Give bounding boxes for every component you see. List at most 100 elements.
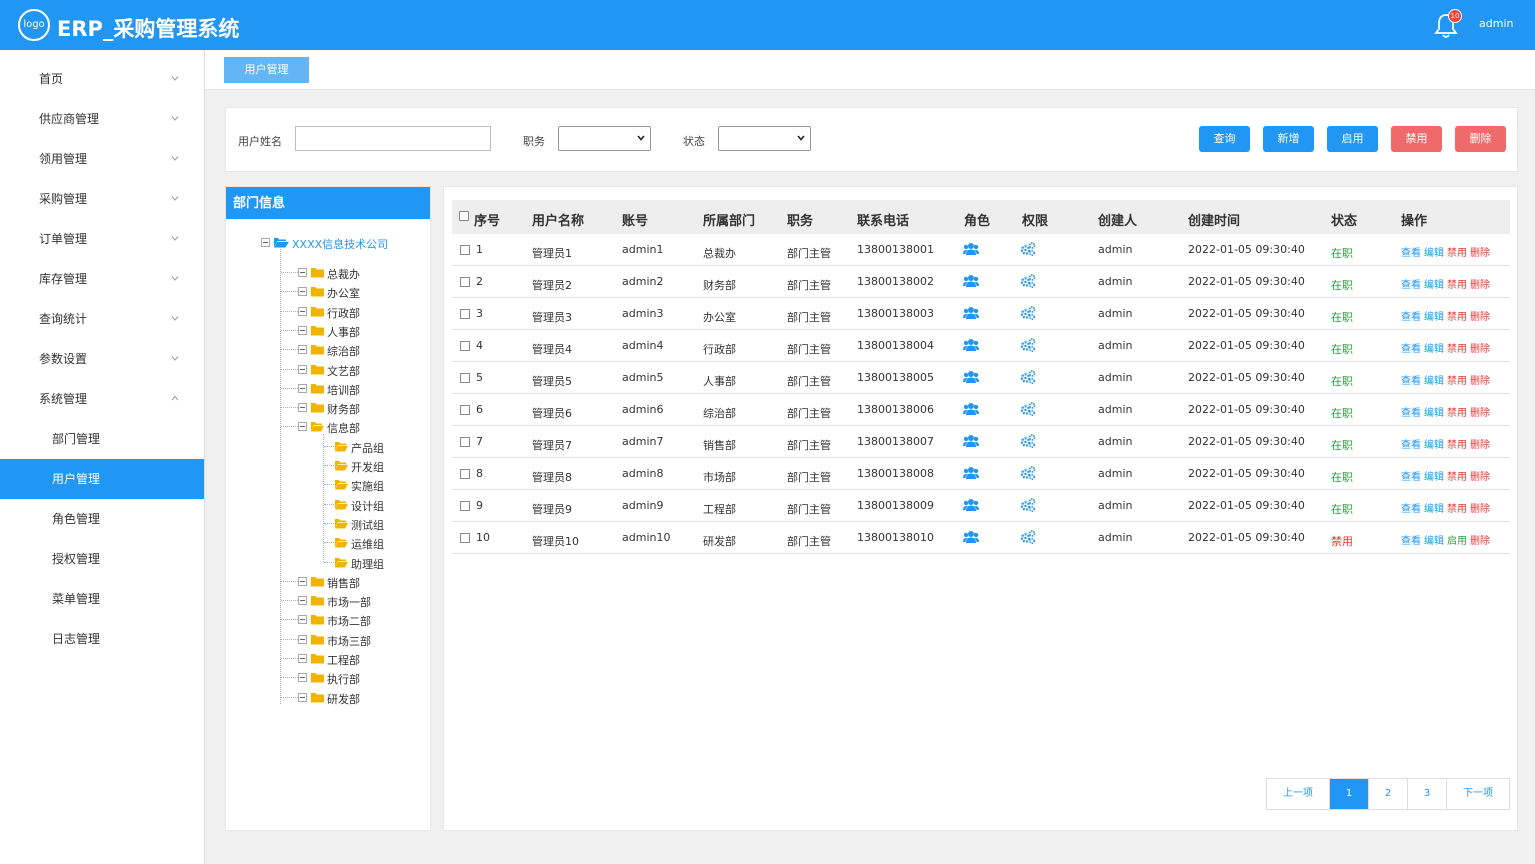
- tree-toggle-icon[interactable]: [298, 693, 307, 702]
- users-icon[interactable]: [963, 498, 979, 512]
- tree-toggle-icon[interactable]: [298, 422, 307, 431]
- tree-toggle-icon[interactable]: [298, 403, 307, 412]
- sidebar-item-6[interactable]: 查询统计: [0, 299, 204, 339]
- users-icon[interactable]: [963, 370, 979, 384]
- sidebar-subitem-5[interactable]: 日志管理: [0, 619, 204, 659]
- row-checkbox[interactable]: [460, 405, 470, 415]
- row-checkbox[interactable]: [460, 373, 470, 383]
- sidebar-item-7[interactable]: 参数设置: [0, 339, 204, 379]
- view-link[interactable]: 查看: [1401, 344, 1421, 355]
- sidebar-subitem-0[interactable]: 部门管理: [0, 419, 204, 459]
- row-checkbox[interactable]: [460, 469, 470, 479]
- tree-toggle-icon[interactable]: [298, 577, 307, 586]
- users-icon[interactable]: [963, 530, 979, 544]
- tree-toggle-icon[interactable]: [261, 238, 270, 247]
- users-icon[interactable]: [963, 306, 979, 320]
- disable-link[interactable]: 禁用: [1447, 472, 1467, 483]
- tree-toggle-icon[interactable]: [298, 326, 307, 335]
- gears-icon[interactable]: [1020, 498, 1036, 512]
- users-icon[interactable]: [963, 434, 979, 448]
- sidebar-item-4[interactable]: 订单管理: [0, 219, 204, 259]
- sidebar-item-5[interactable]: 库存管理: [0, 259, 204, 299]
- users-icon[interactable]: [963, 402, 979, 416]
- row-checkbox[interactable]: [460, 437, 470, 447]
- user-menu[interactable]: admin: [1479, 17, 1513, 30]
- edit-link[interactable]: 编辑: [1424, 312, 1444, 323]
- query-button[interactable]: 查询: [1199, 126, 1250, 152]
- view-link[interactable]: 查看: [1401, 248, 1421, 259]
- sidebar-item-1[interactable]: 供应商管理: [0, 99, 204, 139]
- edit-link[interactable]: 编辑: [1424, 504, 1444, 515]
- disable-link[interactable]: 禁用: [1447, 504, 1467, 515]
- sidebar-item-0[interactable]: 首页: [0, 59, 204, 99]
- disable-link[interactable]: 禁用: [1447, 312, 1467, 323]
- sidebar-item-8[interactable]: 系统管理: [0, 379, 204, 419]
- delete-link[interactable]: 删除: [1470, 408, 1490, 419]
- users-icon[interactable]: [963, 466, 979, 480]
- sidebar-subitem-4[interactable]: 菜单管理: [0, 579, 204, 619]
- delete-link[interactable]: 删除: [1470, 376, 1490, 387]
- edit-link[interactable]: 编辑: [1424, 344, 1444, 355]
- tab-user-management[interactable]: 用户管理: [224, 57, 309, 83]
- enable-link[interactable]: 启用: [1447, 536, 1467, 547]
- gears-icon[interactable]: [1020, 306, 1036, 320]
- sidebar-subitem-3[interactable]: 授权管理: [0, 539, 204, 579]
- username-input[interactable]: [295, 126, 491, 151]
- gears-icon[interactable]: [1020, 402, 1036, 416]
- sidebar-subitem-2[interactable]: 角色管理: [0, 499, 204, 539]
- view-link[interactable]: 查看: [1401, 376, 1421, 387]
- view-link[interactable]: 查看: [1401, 312, 1421, 323]
- delete-link[interactable]: 删除: [1470, 344, 1490, 355]
- delete-link[interactable]: 删除: [1470, 472, 1490, 483]
- tree-toggle-icon[interactable]: [298, 596, 307, 605]
- row-checkbox[interactable]: [460, 277, 470, 287]
- sidebar-subitem-1[interactable]: 用户管理: [0, 459, 204, 499]
- disable-link[interactable]: 禁用: [1447, 376, 1467, 387]
- disable-link[interactable]: 禁用: [1447, 280, 1467, 291]
- view-link[interactable]: 查看: [1401, 472, 1421, 483]
- disable-link[interactable]: 禁用: [1447, 248, 1467, 259]
- edit-link[interactable]: 编辑: [1424, 408, 1444, 419]
- edit-link[interactable]: 编辑: [1424, 440, 1444, 451]
- edit-link[interactable]: 编辑: [1424, 472, 1444, 483]
- gears-icon[interactable]: [1020, 370, 1036, 384]
- users-icon[interactable]: [963, 242, 979, 256]
- page-button[interactable]: 3: [1408, 779, 1447, 809]
- row-checkbox[interactable]: [460, 245, 470, 255]
- edit-link[interactable]: 编辑: [1424, 280, 1444, 291]
- view-link[interactable]: 查看: [1401, 504, 1421, 515]
- tree-toggle-icon[interactable]: [298, 307, 307, 316]
- delete-link[interactable]: 删除: [1470, 504, 1490, 515]
- prev-page-button[interactable]: 上一项: [1267, 779, 1330, 809]
- tree-toggle-icon[interactable]: [298, 654, 307, 663]
- add-button[interactable]: 新增: [1263, 126, 1314, 152]
- page-button[interactable]: 1: [1330, 779, 1369, 809]
- delete-link[interactable]: 删除: [1470, 280, 1490, 291]
- tree-toggle-icon[interactable]: [298, 673, 307, 682]
- users-icon[interactable]: [963, 274, 979, 288]
- tree-toggle-icon[interactable]: [298, 635, 307, 644]
- next-page-button[interactable]: 下一项: [1447, 779, 1509, 809]
- disable-link[interactable]: 禁用: [1447, 408, 1467, 419]
- sidebar-item-2[interactable]: 领用管理: [0, 139, 204, 179]
- row-checkbox[interactable]: [460, 533, 470, 543]
- disable-button[interactable]: 禁用: [1391, 126, 1442, 152]
- tree-toggle-icon[interactable]: [298, 268, 307, 277]
- gears-icon[interactable]: [1020, 434, 1036, 448]
- select-all-checkbox[interactable]: [459, 211, 469, 221]
- delete-link[interactable]: 删除: [1470, 312, 1490, 323]
- tree-toggle-icon[interactable]: [298, 365, 307, 374]
- gears-icon[interactable]: [1020, 274, 1036, 288]
- disable-link[interactable]: 禁用: [1447, 344, 1467, 355]
- row-checkbox[interactable]: [460, 341, 470, 351]
- edit-link[interactable]: 编辑: [1424, 536, 1444, 547]
- delete-link[interactable]: 删除: [1470, 440, 1490, 451]
- gears-icon[interactable]: [1020, 466, 1036, 480]
- page-button[interactable]: 2: [1369, 779, 1408, 809]
- view-link[interactable]: 查看: [1401, 280, 1421, 291]
- view-link[interactable]: 查看: [1401, 408, 1421, 419]
- view-link[interactable]: 查看: [1401, 440, 1421, 451]
- tree-toggle-icon[interactable]: [298, 345, 307, 354]
- tree-toggle-icon[interactable]: [298, 615, 307, 624]
- users-icon[interactable]: [963, 338, 979, 352]
